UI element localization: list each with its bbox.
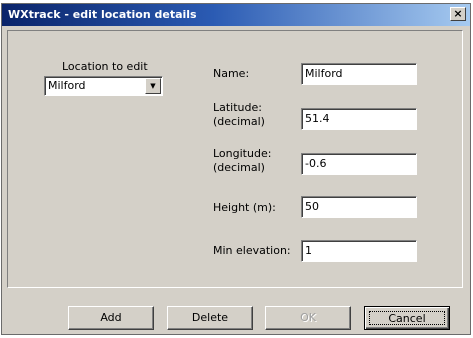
min-elevation-input[interactable]: 1: [301, 240, 417, 262]
longitude-label: Longitude: (decimal): [213, 147, 271, 175]
name-label: Name:: [213, 67, 250, 80]
location-to-edit-label: Location to edit: [62, 60, 148, 73]
latitude-label: Latitude: (decimal): [213, 101, 265, 129]
height-input[interactable]: 50: [301, 196, 417, 218]
close-button[interactable]: ×: [450, 7, 466, 21]
close-icon: ×: [453, 7, 463, 20]
ok-button[interactable]: OK: [265, 306, 351, 330]
latitude-label-line1: Latitude:: [213, 101, 262, 114]
latitude-input[interactable]: 51.4: [301, 108, 417, 130]
delete-button[interactable]: Delete: [167, 306, 253, 330]
add-button[interactable]: Add: [68, 306, 154, 330]
location-select-value: Milford: [48, 79, 86, 92]
title-bar[interactable]: WXtrack - edit location details ×: [2, 4, 470, 26]
dropdown-arrow-button[interactable]: ▼: [145, 78, 161, 94]
latitude-label-line2: (decimal): [213, 115, 265, 128]
cancel-button-label: Cancel: [369, 311, 445, 325]
min-elevation-label: Min elevation:: [213, 244, 291, 257]
longitude-label-line2: (decimal): [213, 161, 265, 174]
longitude-input[interactable]: -0.6: [301, 153, 417, 175]
name-input[interactable]: Milford: [301, 63, 417, 85]
location-select[interactable]: Milford ▼: [44, 76, 163, 96]
chevron-down-icon: ▼: [150, 82, 156, 90]
longitude-label-line1: Longitude:: [213, 147, 272, 160]
height-label: Height (m):: [213, 201, 276, 214]
window-title: WXtrack - edit location details: [8, 8, 197, 21]
cancel-button[interactable]: Cancel: [364, 306, 450, 330]
